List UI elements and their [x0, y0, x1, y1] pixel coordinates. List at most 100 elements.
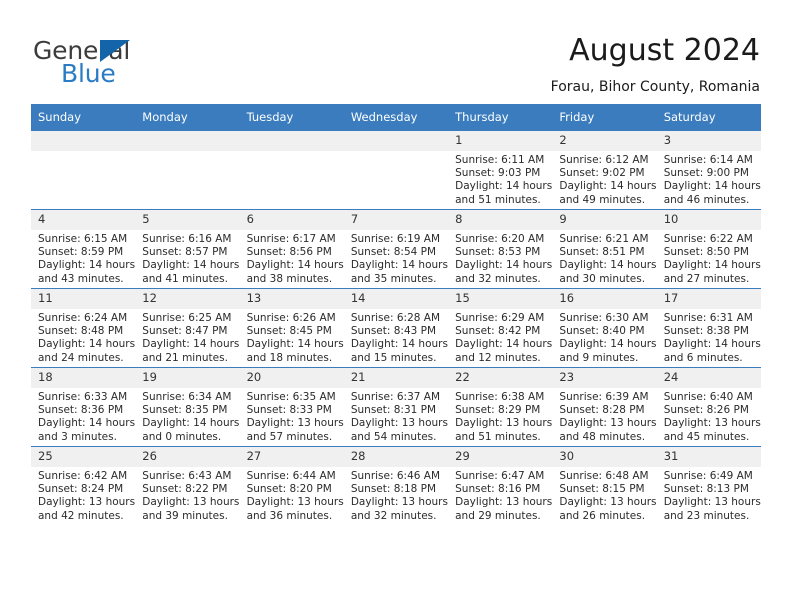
- day-sun-info-line: Sunset: 8:45 PM: [246, 325, 332, 338]
- day-sun-info: Sunrise: 6:22 AM Sunset: 8:50 PM Daylight:…: [657, 230, 761, 286]
- calendar-day-cell[interactable]: 22 Sunrise: 6:38 AM Sunset: 8:29 PM Dayligh…: [448, 367, 553, 447]
- day-sun-info-line: Sunrise: 6:30 AM: [559, 312, 649, 324]
- day-number: 17: [656, 289, 761, 309]
- day-sun-info: Sunrise: 6:43 AM Sunset: 8:22 PM Daylight:…: [135, 467, 239, 523]
- day-sun-info-line: and 35 minutes.: [350, 272, 437, 285]
- day-sun-info-line: Sunset: 8:47 PM: [142, 325, 228, 338]
- day-sun-info: Sunrise: 6:26 AM Sunset: 8:45 PM Daylight:…: [240, 309, 344, 365]
- calendar-day-cell[interactable]: 1 Sunrise: 6:11 AM Sunset: 9:03 PM Daylight…: [448, 130, 553, 210]
- day-sun-info-line: Sunrise: 6:16 AM: [142, 233, 232, 245]
- day-sun-info-line: Daylight: 13 hours: [455, 496, 553, 509]
- calendar-day-cell[interactable]: 10 Sunrise: 6:22 AM Sunset: 8:50 PM Dayligh…: [656, 209, 761, 289]
- day-sun-info-line: Sunrise: 6:17 AM: [246, 233, 336, 245]
- calendar-day-cell[interactable]: 25 Sunrise: 6:42 AM Sunset: 8:24 PM Dayligh…: [31, 446, 136, 525]
- day-sun-info-line: Sunset: 8:29 PM: [455, 404, 541, 417]
- day-sun-info-line: Sunset: 8:28 PM: [559, 404, 645, 417]
- calendar-day-cell[interactable]: 21 Sunrise: 6:37 AM Sunset: 8:31 PM Dayligh…: [343, 367, 449, 447]
- day-number: 6: [239, 210, 344, 230]
- day-sun-info-line: Sunset: 8:59 PM: [38, 246, 124, 259]
- calendar-day-cell[interactable]: 6 Sunrise: 6:17 AM Sunset: 8:56 PM Daylight…: [239, 209, 344, 289]
- calendar-day-cell[interactable]: 14 Sunrise: 6:28 AM Sunset: 8:43 PM Dayligh…: [343, 288, 449, 368]
- day-sun-info-line: and 26 minutes.: [559, 509, 646, 522]
- day-sun-info-line: Daylight: 14 hours: [142, 338, 240, 351]
- day-sun-info-line: Daylight: 13 hours: [350, 417, 448, 430]
- day-sun-info-line: and 24 minutes.: [38, 351, 124, 364]
- day-sun-info-line: Daylight: 14 hours: [455, 338, 553, 351]
- day-sun-info-line: Sunset: 8:15 PM: [559, 483, 645, 496]
- day-sun-info-line: Sunrise: 6:11 AM: [455, 154, 545, 166]
- day-sun-info-line: Daylight: 14 hours: [38, 417, 136, 430]
- day-sun-info-line: Sunrise: 6:46 AM: [350, 470, 441, 482]
- calendar-day-cell[interactable]: 31 Sunrise: 6:49 AM Sunset: 8:13 PM Dayligh…: [656, 446, 761, 525]
- calendar-day-cell[interactable]: 30 Sunrise: 6:48 AM Sunset: 8:15 PM Dayligh…: [552, 446, 657, 525]
- day-number: 3: [656, 131, 761, 151]
- calendar-day-cell[interactable]: 23 Sunrise: 6:39 AM Sunset: 8:28 PM Dayligh…: [552, 367, 657, 447]
- day-number: 9: [552, 210, 657, 230]
- day-sun-info: Sunrise: 6:42 AM Sunset: 8:24 PM Daylight:…: [31, 467, 135, 523]
- day-sun-info-line: and 51 minutes.: [455, 430, 541, 443]
- day-sun-info-line: Sunrise: 6:12 AM: [559, 154, 649, 166]
- day-sun-info: Sunrise: 6:39 AM Sunset: 8:28 PM Daylight:…: [552, 388, 656, 444]
- calendar-day-cell[interactable]: 19 Sunrise: 6:34 AM Sunset: 8:35 PM Dayligh…: [135, 367, 240, 447]
- day-sun-info: Sunrise: 6:25 AM Sunset: 8:47 PM Daylight:…: [135, 309, 239, 365]
- calendar-day-cell[interactable]: 2 Sunrise: 6:12 AM Sunset: 9:02 PM Daylight…: [552, 130, 657, 210]
- day-sun-info-line: Daylight: 14 hours: [142, 259, 240, 272]
- calendar-day-cell[interactable]: 20 Sunrise: 6:35 AM Sunset: 8:33 PM Dayligh…: [239, 367, 344, 447]
- day-number: [31, 131, 136, 151]
- calendar-day-cell[interactable]: 26 Sunrise: 6:43 AM Sunset: 8:22 PM Dayligh…: [135, 446, 240, 525]
- day-sun-info-line: Daylight: 14 hours: [559, 338, 657, 351]
- day-sun-info-line: Daylight: 13 hours: [559, 496, 657, 509]
- day-sun-info-line: and 18 minutes.: [246, 351, 333, 364]
- day-sun-info-line: and 15 minutes.: [350, 351, 437, 364]
- day-sun-info-line: Sunrise: 6:38 AM: [455, 391, 545, 403]
- calendar-day-cell[interactable]: 5 Sunrise: 6:16 AM Sunset: 8:57 PM Daylight…: [135, 209, 240, 289]
- calendar-day-cell[interactable]: 3 Sunrise: 6:14 AM Sunset: 9:00 PM Daylight…: [656, 130, 761, 210]
- calendar-day-cell[interactable]: 7 Sunrise: 6:19 AM Sunset: 8:54 PM Daylight…: [343, 209, 449, 289]
- calendar-day-cell[interactable]: 9 Sunrise: 6:21 AM Sunset: 8:51 PM Daylight…: [552, 209, 657, 289]
- day-sun-info-line: and 21 minutes.: [142, 351, 228, 364]
- day-sun-info-line: Daylight: 13 hours: [455, 417, 553, 430]
- calendar-day-cell[interactable]: 17 Sunrise: 6:31 AM Sunset: 8:38 PM Dayligh…: [656, 288, 761, 368]
- day-sun-info: Sunrise: 6:21 AM Sunset: 8:51 PM Daylight:…: [552, 230, 656, 286]
- calendar-week-row: 11 Sunrise: 6:24 AM Sunset: 8:48 PM Dayligh…: [31, 288, 761, 368]
- day-sun-info: Sunrise: 6:15 AM Sunset: 8:59 PM Daylight:…: [31, 230, 135, 286]
- day-sun-info: Sunrise: 6:14 AM Sunset: 9:00 PM Daylight:…: [657, 151, 761, 207]
- day-sun-info-line: and 54 minutes.: [350, 430, 437, 443]
- day-sun-info-line: and 27 minutes.: [663, 272, 750, 285]
- day-sun-info: Sunrise: 6:28 AM Sunset: 8:43 PM Daylight:…: [344, 309, 448, 365]
- day-sun-info-line: Sunrise: 6:39 AM: [559, 391, 649, 403]
- day-sun-info-line: and 30 minutes.: [559, 272, 646, 285]
- calendar-day-cell[interactable]: 24 Sunrise: 6:40 AM Sunset: 8:26 PM Dayligh…: [656, 367, 761, 447]
- calendar-day-cell[interactable]: 15 Sunrise: 6:29 AM Sunset: 8:42 PM Dayligh…: [448, 288, 553, 368]
- day-sun-info: Sunrise: 6:24 AM Sunset: 8:48 PM Daylight:…: [31, 309, 135, 365]
- calendar-day-cell[interactable]: 27 Sunrise: 6:44 AM Sunset: 8:20 PM Dayligh…: [239, 446, 344, 525]
- calendar-page: General Blue August 2024 Forau, Bihor Co…: [0, 0, 792, 612]
- day-number: 27: [239, 447, 344, 467]
- calendar-day-cell[interactable]: 13 Sunrise: 6:26 AM Sunset: 8:45 PM Dayligh…: [239, 288, 344, 368]
- day-sun-info-line: Daylight: 14 hours: [663, 259, 761, 272]
- day-sun-info-line: Daylight: 14 hours: [246, 259, 344, 272]
- calendar-day-cell[interactable]: 29 Sunrise: 6:47 AM Sunset: 8:16 PM Dayligh…: [448, 446, 553, 525]
- day-sun-info: Sunrise: 6:40 AM Sunset: 8:26 PM Daylight:…: [657, 388, 761, 444]
- day-sun-info-line: Sunrise: 6:22 AM: [663, 233, 753, 245]
- day-sun-info-line: and 45 minutes.: [663, 430, 750, 443]
- day-sun-info-line: Daylight: 14 hours: [559, 180, 657, 193]
- calendar-day-cell[interactable]: 28 Sunrise: 6:46 AM Sunset: 8:18 PM Dayligh…: [343, 446, 449, 525]
- day-sun-info-line: Sunset: 8:33 PM: [246, 404, 332, 417]
- calendar-day-cell[interactable]: 16 Sunrise: 6:30 AM Sunset: 8:40 PM Dayligh…: [552, 288, 657, 368]
- day-number: 8: [448, 210, 553, 230]
- day-sun-info-line: and 9 minutes.: [559, 351, 639, 364]
- calendar-day-cell[interactable]: 8 Sunrise: 6:20 AM Sunset: 8:53 PM Daylight…: [448, 209, 553, 289]
- day-sun-info: Sunrise: 6:20 AM Sunset: 8:53 PM Daylight:…: [448, 230, 552, 286]
- calendar-day-cell[interactable]: 18 Sunrise: 6:33 AM Sunset: 8:36 PM Dayligh…: [31, 367, 136, 447]
- day-sun-info-line: and 36 minutes.: [246, 509, 333, 522]
- day-sun-info-line: Sunset: 8:35 PM: [142, 404, 228, 417]
- calendar-day-cell[interactable]: 4 Sunrise: 6:15 AM Sunset: 8:59 PM Daylight…: [31, 209, 136, 289]
- day-sun-info-line: and 49 minutes.: [559, 193, 646, 206]
- calendar-day-cell[interactable]: 12 Sunrise: 6:25 AM Sunset: 8:47 PM Dayligh…: [135, 288, 240, 368]
- day-sun-info-line: and 29 minutes.: [455, 509, 541, 522]
- day-number: 7: [343, 210, 449, 230]
- calendar-day-cell[interactable]: 11 Sunrise: 6:24 AM Sunset: 8:48 PM Dayligh…: [31, 288, 136, 368]
- weekday-header-friday: Friday: [552, 104, 657, 131]
- day-sun-info: Sunrise: 6:11 AM Sunset: 9:03 PM Daylight:…: [448, 151, 552, 207]
